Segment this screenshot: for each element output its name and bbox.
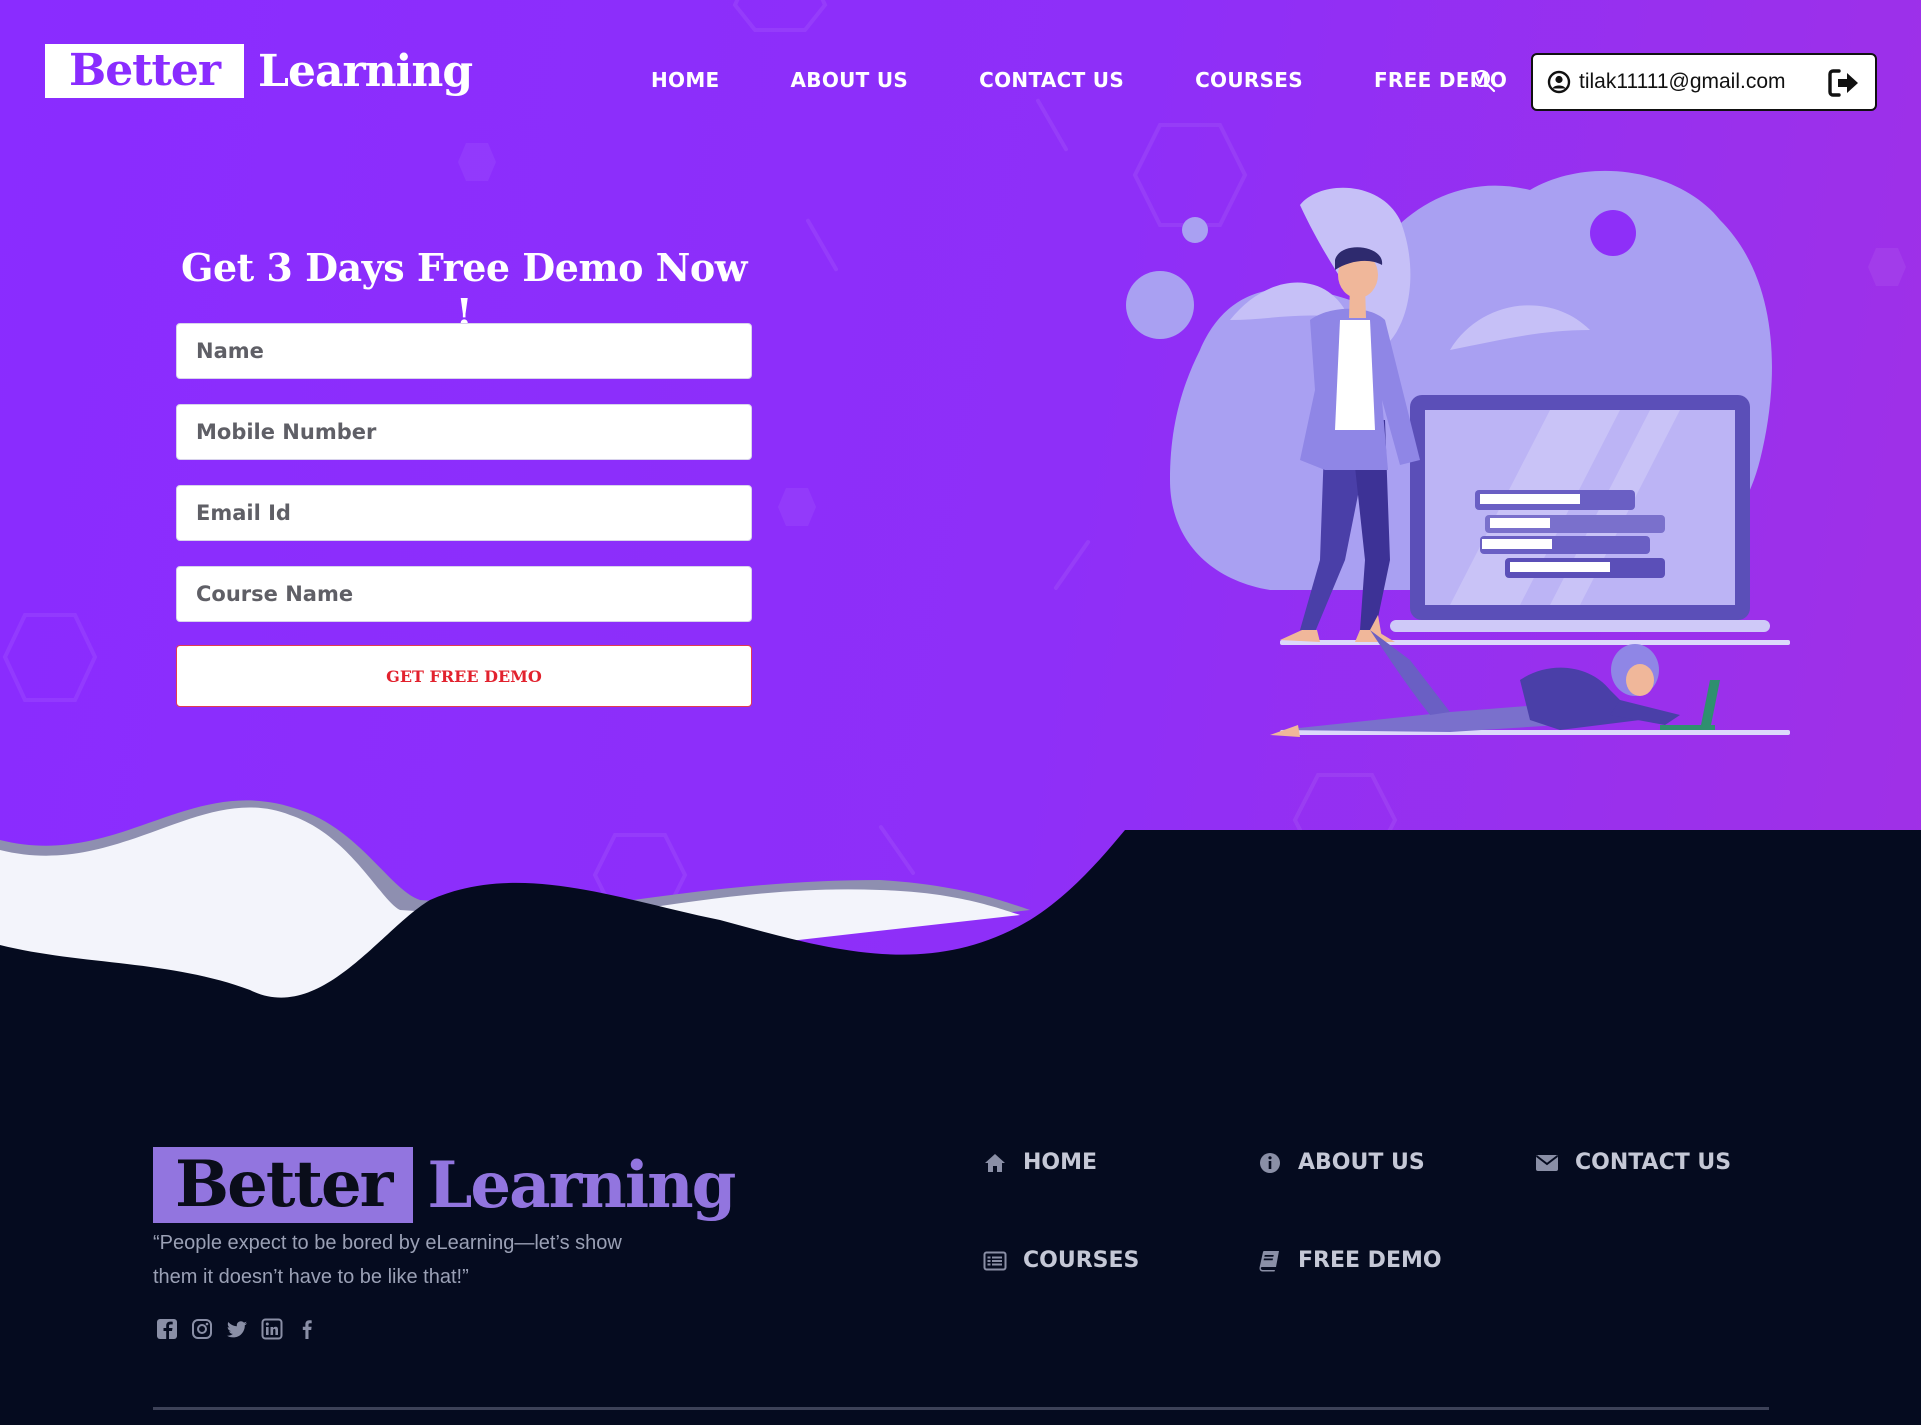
footer-divider	[153, 1407, 1769, 1410]
twitter-icon[interactable]	[226, 1318, 248, 1340]
brand-logo[interactable]: Better Learning	[45, 44, 473, 98]
list-alt-icon	[983, 1251, 1007, 1270]
nav-about-us[interactable]: ABOUT US	[791, 68, 909, 92]
name-input[interactable]	[176, 323, 752, 379]
get-free-demo-button[interactable]: GET FREE DEMO	[176, 645, 752, 707]
home-icon	[985, 1153, 1005, 1172]
hexagon-decoration	[1868, 248, 1906, 286]
e-learning-illustration	[1126, 170, 1790, 737]
linkedin-icon[interactable]	[261, 1318, 283, 1340]
social-links	[156, 1318, 331, 1340]
mobile-number-input[interactable]	[176, 404, 752, 460]
brand-logo-box: Better	[45, 44, 245, 98]
line-decoration	[805, 218, 839, 272]
footer-link-label: CONTACT US	[1575, 1150, 1732, 1175]
envelope-icon	[1535, 1154, 1559, 1171]
course-name-input[interactable]	[176, 566, 752, 622]
facebook-square-icon[interactable]	[156, 1318, 178, 1340]
footer-logo-box: Better	[153, 1147, 414, 1223]
main-nav: HOME ABOUT US CONTACT US COURSES FREE DE…	[651, 68, 1507, 92]
facebook-f-icon[interactable]	[296, 1318, 318, 1340]
footer-logo-text: Learning	[427, 1147, 736, 1223]
sign-out-icon[interactable]	[1827, 67, 1861, 99]
footer-link-about-us[interactable]: ABOUT US	[1258, 1150, 1425, 1175]
info-circle-icon	[1260, 1152, 1280, 1173]
footer-link-courses[interactable]: COURSES	[983, 1248, 1139, 1273]
account-email: tilak11111@gmail.com	[1579, 70, 1786, 93]
account-box[interactable]: tilak11111@gmail.com	[1531, 53, 1877, 111]
footer-link-home[interactable]: HOME	[983, 1150, 1097, 1175]
footer-link-label: COURSES	[1023, 1248, 1140, 1273]
footer-link-free-demo[interactable]: FREE DEMO	[1258, 1248, 1442, 1273]
nav-contact-us[interactable]: CONTACT US	[979, 68, 1124, 92]
email-input[interactable]	[176, 485, 752, 541]
hexagon-decoration	[2, 613, 98, 702]
footer-link-contact-us[interactable]: CONTACT US	[1535, 1150, 1731, 1175]
wave-divider	[0, 800, 1921, 1030]
book-icon	[1259, 1250, 1279, 1271]
footer-quote: “People expect to be bored by eLearning—…	[153, 1232, 622, 1288]
demo-form-title: Get 3 Days Free Demo Now !	[181, 245, 747, 335]
line-decoration	[1053, 539, 1091, 591]
user-circle-icon	[1547, 70, 1571, 94]
brand-logo-text: Learning	[258, 45, 473, 97]
footer-link-label: FREE DEMO	[1298, 1248, 1442, 1273]
search-icon[interactable]	[1471, 68, 1497, 94]
site-header: Better Learning HOME ABOUT US CONTACT US…	[0, 0, 1921, 160]
footer-link-label: ABOUT US	[1298, 1150, 1425, 1175]
footer-link-label: HOME	[1023, 1150, 1098, 1175]
footer-brand-logo[interactable]: Better Learning	[153, 1147, 736, 1223]
instagram-icon[interactable]	[191, 1318, 213, 1340]
hexagon-decoration	[778, 488, 816, 526]
nav-home[interactable]: HOME	[651, 68, 720, 92]
nav-courses[interactable]: COURSES	[1195, 68, 1303, 92]
